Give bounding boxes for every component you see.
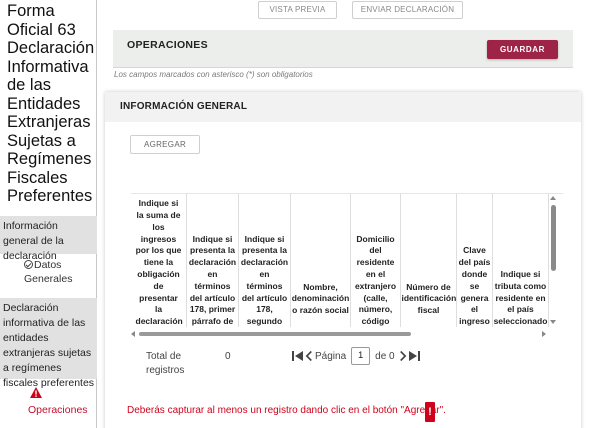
- column-header-label: Número de identificación fiscal: [401, 281, 457, 316]
- scroll-down-arrow-icon[interactable]: [550, 320, 556, 324]
- column-header[interactable]: Indique si presenta la declaración en té…: [239, 194, 291, 327]
- sidebar-item-operaciones[interactable]: Operaciones: [28, 404, 88, 416]
- column-header-label: Indique si la suma de los ingresos por l…: [135, 198, 183, 327]
- column-header-label: Indique si tributa como residente en el …: [493, 269, 548, 327]
- sidebar-item-informacion-general[interactable]: Información general de la declaración: [0, 216, 97, 262]
- form-title: Forma Oficial 63 Declaración Informativa…: [7, 2, 95, 205]
- column-header[interactable]: Nombre, denominación o razón social: [291, 194, 351, 327]
- column-header[interactable]: Domicilio del residente en el extranjero…: [351, 194, 401, 327]
- send-declaration-button[interactable]: ENVIAR DECLARACIÓN: [352, 1, 463, 19]
- page-number-input[interactable]: 1: [351, 347, 371, 365]
- column-header-label: Indique si presenta la declaración en té…: [240, 233, 289, 327]
- operations-title: OPERACIONES: [127, 39, 208, 51]
- page-count-label: de 0: [375, 350, 395, 362]
- column-header[interactable]: Clave del país donde se genera el ingres…: [457, 194, 493, 327]
- total-records-label: Total de registros: [146, 351, 185, 376]
- error-message: Deberás capturar al menos un registro da…: [127, 405, 446, 416]
- save-button[interactable]: GUARDAR: [487, 40, 558, 59]
- general-info-title: INFORMACIÓN GENERAL: [120, 101, 248, 112]
- column-header[interactable]: Número de identificación fiscal: [401, 194, 457, 327]
- check-circle-icon: [24, 260, 33, 269]
- operations-panel: OPERACIONES GUARDAR: [113, 30, 573, 68]
- app-window: Forma Oficial 63 Declaración Informativa…: [0, 0, 589, 428]
- horizontal-scrollbar-thumb[interactable]: [139, 332, 411, 336]
- general-info-header: INFORMACIÓN GENERAL: [105, 92, 581, 122]
- sidebar-item-declaracion-informativa[interactable]: Declaración informativa de las entidades…: [0, 298, 97, 389]
- column-header-label: Clave del país donde se genera el ingres…: [458, 245, 491, 327]
- add-button[interactable]: AGREGAR: [130, 135, 200, 154]
- required-fields-note: Los campos marcados con asterisco (*) so…: [114, 70, 313, 79]
- total-records-value: 0: [225, 351, 231, 362]
- next-page-icon[interactable]: [398, 350, 407, 362]
- preview-button[interactable]: VISTA PREVIA: [258, 1, 337, 19]
- vertical-scrollbar-thumb[interactable]: [551, 205, 556, 271]
- column-header-label: Domicilio del residente en el extranjero…: [354, 233, 397, 327]
- column-header-label: Nombre, denominación o razón social: [291, 281, 350, 316]
- column-header[interactable]: Indique si tributa como residente en el …: [493, 194, 549, 327]
- page-label: Página: [315, 350, 347, 362]
- scroll-right-arrow-icon[interactable]: [542, 331, 546, 337]
- pagination: Página 1 de 0: [291, 346, 421, 366]
- scroll-left-arrow-icon[interactable]: [131, 331, 135, 337]
- scroll-up-arrow-icon[interactable]: [550, 196, 556, 200]
- last-page-icon[interactable]: [407, 350, 421, 362]
- error-badge: !: [425, 402, 435, 422]
- first-page-icon[interactable]: [291, 350, 305, 362]
- general-info-card: INFORMACIÓN GENERAL AGREGAR Indique si l…: [105, 92, 581, 428]
- warning-icon: [30, 387, 42, 398]
- records-table: Indique si la suma de los ingresos por l…: [131, 193, 563, 327]
- column-header[interactable]: Indique si la suma de los ingresos por l…: [131, 194, 187, 327]
- sidebar-item-datos-generales[interactable]: Datos Generales: [24, 258, 94, 286]
- horizontal-scrollbar[interactable]: [131, 329, 551, 337]
- sidebar: Forma Oficial 63 Declaración Informativa…: [0, 0, 97, 428]
- previous-page-icon[interactable]: [305, 350, 314, 362]
- column-header[interactable]: Indique si presenta la declaración en té…: [187, 194, 239, 327]
- column-header-label: Indique si presenta la declaración en té…: [188, 233, 237, 327]
